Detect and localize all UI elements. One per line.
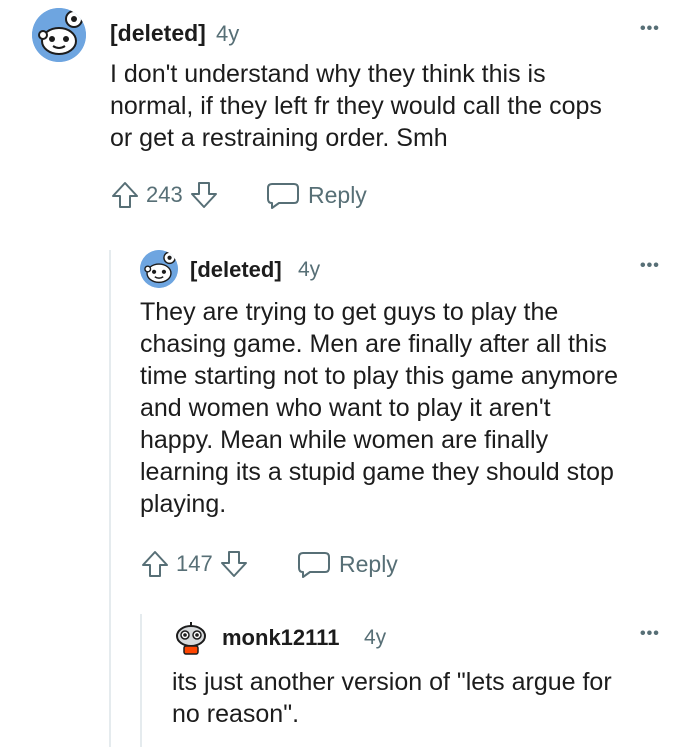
comment-body-line: playing. — [140, 490, 227, 518]
comment-body-line: or get a restraining order. Smh — [110, 124, 448, 152]
comment-body-line: happy. Mean while women are finally — [140, 426, 549, 454]
comment-body-line: no reason". — [172, 700, 300, 728]
thread-line[interactable] — [140, 614, 142, 747]
comment-age: 4y — [298, 258, 321, 281]
comment-age: 4y — [216, 21, 240, 46]
comment-body-line: I don't understand why they think this i… — [110, 60, 546, 88]
thread-line[interactable] — [109, 250, 111, 747]
snoo-avatar-icon[interactable] — [32, 8, 86, 62]
vote-bar: 147 — [140, 547, 249, 581]
downvote-icon[interactable] — [219, 549, 249, 579]
comment-body: its just another version of "lets argue … — [172, 666, 612, 730]
comment-body-line: chasing game. Men are finally after all … — [140, 330, 607, 358]
comment-body-line: learning its a stupid game they should s… — [140, 458, 614, 486]
reply-label: Reply — [339, 550, 398, 577]
reply-button[interactable]: Reply — [266, 178, 367, 212]
reply-label: Reply — [308, 181, 367, 208]
comment-body-line: time starting not to play this game anym… — [140, 362, 619, 390]
robot-snoo-avatar-icon[interactable] — [172, 619, 210, 657]
vote-count: 243 — [146, 182, 183, 207]
more-options-button[interactable]: ••• — [640, 257, 660, 275]
comment-bubble-icon — [297, 549, 331, 579]
comment-author[interactable]: [deleted] — [190, 257, 282, 283]
comment-age: 4y — [364, 626, 387, 649]
comment-body-line: its just another version of "lets argue … — [172, 668, 612, 696]
comment-body-line: and women who want to play it aren't — [140, 394, 551, 422]
comment-body: They are trying to get guys to play the … — [140, 296, 618, 520]
comment-body-line: normal, if they left fr they would call … — [110, 92, 602, 120]
snoo-avatar-icon[interactable] — [140, 250, 178, 288]
comment-author[interactable]: monk12111 — [222, 625, 339, 651]
upvote-icon[interactable] — [140, 549, 170, 579]
comment-body: I don't understand why they think this i… — [110, 58, 602, 154]
comment-body-line: They are trying to get guys to play the — [140, 298, 559, 326]
upvote-icon[interactable] — [110, 180, 140, 210]
comment-author[interactable]: [deleted] — [110, 20, 206, 47]
downvote-icon[interactable] — [189, 180, 219, 210]
comment-bubble-icon — [266, 180, 300, 210]
more-options-button[interactable]: ••• — [640, 625, 660, 643]
vote-count: 147 — [176, 551, 213, 576]
vote-bar: 243 — [110, 178, 219, 212]
more-options-button[interactable]: ••• — [640, 20, 660, 38]
reply-button[interactable]: Reply — [297, 547, 398, 581]
